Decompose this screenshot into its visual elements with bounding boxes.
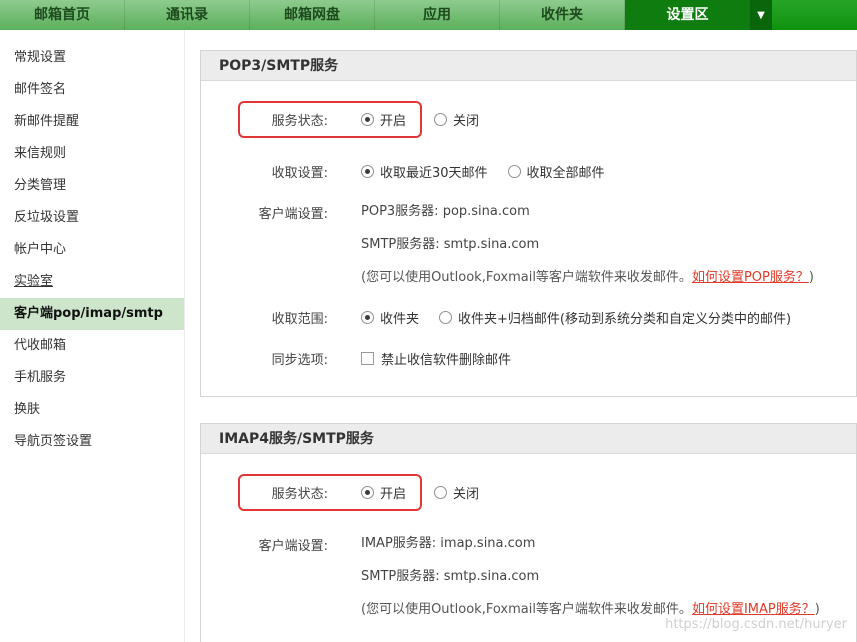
pop-smtp-server-line: SMTP服务器: smtp.sina.com	[361, 236, 814, 253]
imap-note-suffix: )	[815, 602, 820, 617]
imap-note-text: (您可以使用Outlook,Foxmail等客户端软件来收发邮件。	[361, 602, 692, 617]
sidebar-item-incoming-rules[interactable]: 来信规则	[0, 138, 184, 170]
pop-fetch-scope-label: 收取范围:	[246, 308, 328, 327]
pop3-section-title: POP3/SMTP服务	[201, 51, 856, 81]
settings-sidebar: 常规设置 邮件签名 新邮件提醒 来信规则 分类管理 反垃圾设置 帐户中心 实验室…	[0, 30, 185, 642]
pop-note-suffix: )	[809, 270, 814, 285]
imap-status-on-radio[interactable]: 开启	[361, 483, 406, 502]
sidebar-item-account-center[interactable]: 帐户中心	[0, 234, 184, 266]
pop-fetch-all-label: 收取全部邮件	[527, 162, 605, 181]
pop-fetch-recent-radio[interactable]: 收取最近30天邮件	[361, 162, 488, 181]
top-nav: 邮箱首页 通讯录 邮箱网盘 应用 收件夹 设置区 ▼	[0, 0, 857, 30]
pop-service-status-label: 服务状态:	[246, 110, 328, 129]
imap-status-off-label: 关闭	[453, 483, 479, 502]
sidebar-item-lab-label: 实验室	[14, 274, 53, 289]
sidebar-item-mobile-service[interactable]: 手机服务	[0, 362, 184, 394]
pop-sync-option-row: 同步选项: 禁止收信软件删除邮件	[246, 349, 836, 368]
sidebar-item-general-settings[interactable]: 常规设置	[0, 42, 184, 74]
imap-smtp-server-line: SMTP服务器: smtp.sina.com	[361, 568, 820, 585]
sidebar-item-mail-signature[interactable]: 邮件签名	[0, 74, 184, 106]
pop-scope-archive-radio[interactable]: 收件夹+归档邮件(移动到系统分类和自定义分类中的邮件)	[439, 308, 791, 327]
pop-status-off-radio[interactable]: 关闭	[434, 110, 479, 129]
pop-service-status-highlight: 服务状态: 开启	[238, 101, 422, 138]
radio-icon	[434, 486, 447, 499]
imap-server-line: IMAP服务器: imap.sina.com	[361, 535, 820, 552]
imap-service-status-row: 服务状态: 开启 关闭	[246, 474, 836, 511]
pop3-smtp-section: POP3/SMTP服务 服务状态: 开启 关闭	[200, 50, 857, 397]
sidebar-item-skin[interactable]: 换肤	[0, 394, 184, 426]
sidebar-item-nav-tab-settings[interactable]: 导航页签设置	[0, 426, 184, 458]
tab-mail-drive[interactable]: 邮箱网盘	[250, 0, 375, 30]
imap4-smtp-section: IMAP4服务/SMTP服务 服务状态: 开启 关闭	[200, 423, 857, 642]
pop-sync-checkbox-label: 禁止收信软件删除邮件	[381, 349, 511, 368]
pop-fetch-setting-row: 收取设置: 收取最近30天邮件 收取全部邮件	[246, 162, 836, 181]
pop-status-on-radio[interactable]: 开启	[361, 110, 406, 129]
pop-client-note: (您可以使用Outlook,Foxmail等客户端软件来收发邮件。如何设置POP…	[361, 269, 814, 286]
tab-mail-home[interactable]: 邮箱首页	[0, 0, 125, 30]
imap-client-note: (您可以使用Outlook,Foxmail等客户端软件来收发邮件。如何设置IMA…	[361, 601, 820, 618]
imap-status-on-label: 开启	[380, 483, 406, 502]
sidebar-item-category-management[interactable]: 分类管理	[0, 170, 184, 202]
radio-icon	[361, 311, 374, 324]
pop-status-on-label: 开启	[380, 110, 406, 129]
sidebar-item-delegate-mailbox[interactable]: 代收邮箱	[0, 330, 184, 362]
pop-client-settings-row: 客户端设置: POP3服务器: pop.sina.com SMTP服务器: sm…	[246, 203, 836, 286]
radio-icon	[361, 486, 374, 499]
pop-help-link[interactable]: 如何设置POP服务？	[692, 270, 809, 285]
pop-fetch-setting-label: 收取设置:	[246, 162, 328, 181]
pop-status-off-label: 关闭	[453, 110, 479, 129]
tab-settings-area[interactable]: 设置区	[625, 0, 750, 30]
chevron-down-icon: ▼	[757, 10, 765, 21]
pop-fetch-all-radio[interactable]: 收取全部邮件	[508, 162, 605, 181]
sidebar-item-client-pop-imap-smtp[interactable]: 客户端pop/imap/smtp	[0, 298, 184, 330]
watermark-text: https://blog.csdn.net/huryer	[665, 617, 847, 632]
checkbox-icon	[361, 352, 374, 365]
sidebar-item-lab[interactable]: 实验室	[0, 266, 184, 298]
pop-scope-archive-label: 收件夹+归档邮件(移动到系统分类和自定义分类中的邮件)	[458, 308, 791, 327]
pop-fetch-scope-row: 收取范围: 收件夹 收件夹+归档邮件(移动到系统分类和自定义分类中的邮件)	[246, 308, 836, 327]
pop-sync-option-label: 同步选项:	[246, 349, 328, 368]
sidebar-item-antispam-settings[interactable]: 反垃圾设置	[0, 202, 184, 234]
radio-icon	[434, 113, 447, 126]
tab-contacts[interactable]: 通讯录	[125, 0, 250, 30]
radio-icon	[361, 113, 374, 126]
radio-icon	[508, 165, 521, 178]
imap-help-link[interactable]: 如何设置IMAP服务？	[692, 602, 815, 617]
pop-client-settings-lines: POP3服务器: pop.sina.com SMTP服务器: smtp.sina…	[361, 203, 814, 286]
tab-apps[interactable]: 应用	[375, 0, 500, 30]
pop-client-settings-label: 客户端设置:	[246, 203, 328, 222]
imap-status-off-radio[interactable]: 关闭	[434, 483, 479, 502]
pop-sync-checkbox[interactable]: 禁止收信软件删除邮件	[361, 349, 511, 368]
radio-icon	[361, 165, 374, 178]
pop-fetch-recent-label: 收取最近30天邮件	[380, 162, 488, 181]
imap4-section-title: IMAP4服务/SMTP服务	[201, 424, 856, 454]
settings-dropdown-toggle[interactable]: ▼	[750, 0, 772, 30]
tab-inbox[interactable]: 收件夹	[500, 0, 625, 30]
pop-server-line: POP3服务器: pop.sina.com	[361, 203, 814, 220]
imap-client-settings-label: 客户端设置:	[246, 535, 328, 554]
settings-main: POP3/SMTP服务 服务状态: 开启 关闭	[185, 30, 857, 642]
imap-client-settings-lines: IMAP服务器: imap.sina.com SMTP服务器: smtp.sin…	[361, 535, 820, 618]
imap-service-status-highlight: 服务状态: 开启	[238, 474, 422, 511]
pop-scope-inbox-label: 收件夹	[380, 308, 419, 327]
imap-service-status-label: 服务状态:	[246, 483, 328, 502]
pop-scope-inbox-radio[interactable]: 收件夹	[361, 308, 419, 327]
settings-page: 邮箱首页 通讯录 邮箱网盘 应用 收件夹 设置区 ▼ 常规设置 邮件签名 新邮件…	[0, 0, 857, 642]
pop3-section-body: 服务状态: 开启 关闭 收取设置: 收取最近	[201, 81, 856, 396]
radio-icon	[439, 311, 452, 324]
sidebar-item-new-mail-alert[interactable]: 新邮件提醒	[0, 106, 184, 138]
pop-service-status-row: 服务状态: 开启 关闭	[246, 101, 836, 138]
pop-note-text: (您可以使用Outlook,Foxmail等客户端软件来收发邮件。	[361, 270, 692, 285]
nav-filler	[772, 0, 857, 30]
imap-client-settings-row: 客户端设置: IMAP服务器: imap.sina.com SMTP服务器: s…	[246, 535, 836, 618]
imap4-section-body: 服务状态: 开启 关闭 客户端设置: IMAP服务器: imap.si	[201, 454, 856, 642]
